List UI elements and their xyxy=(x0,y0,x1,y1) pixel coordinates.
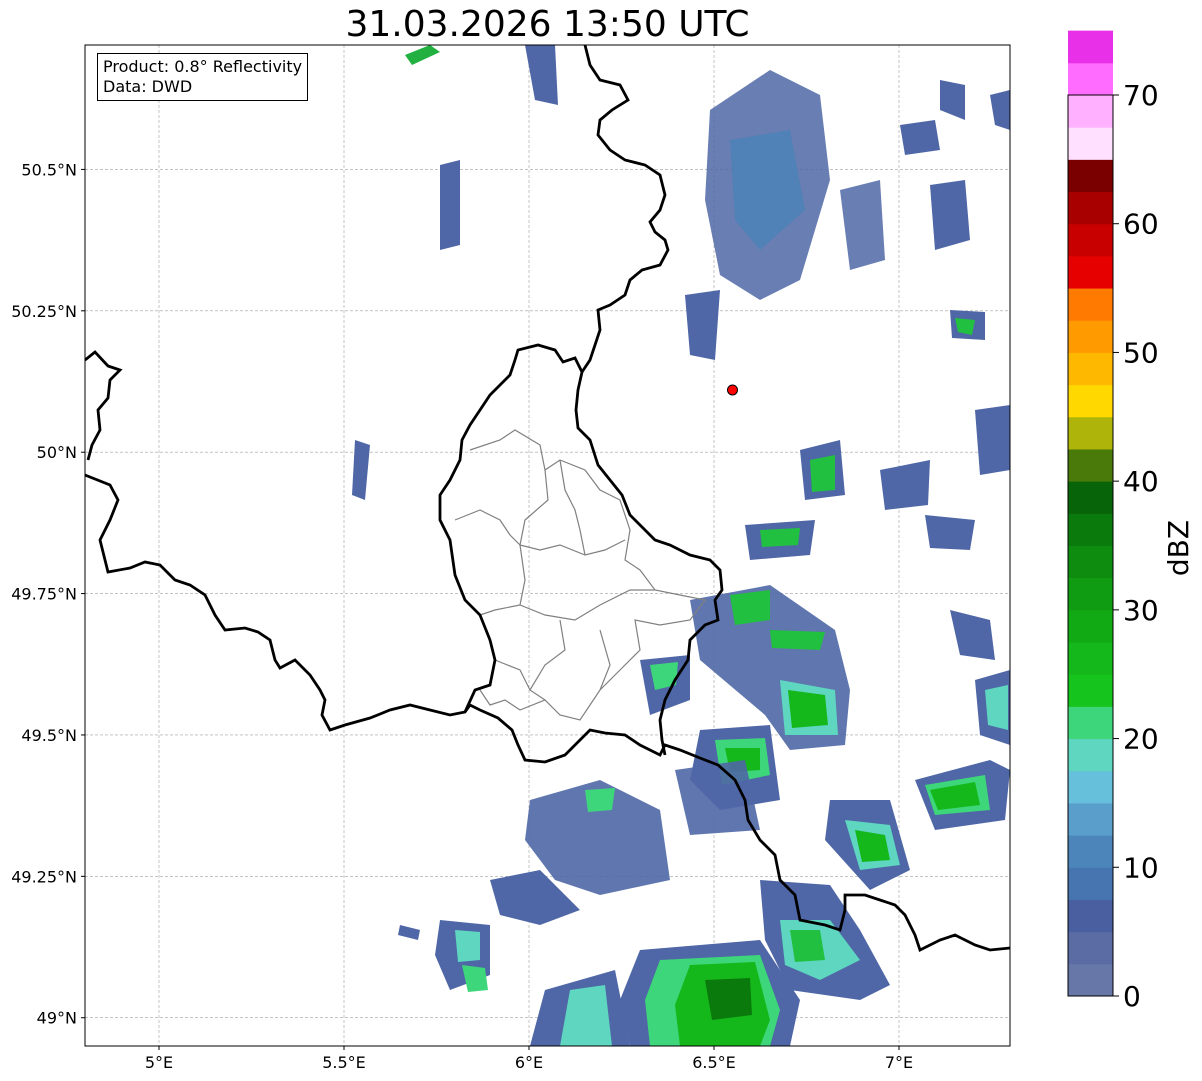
colorbar-cell xyxy=(1068,545,1113,579)
colorbar-cell xyxy=(1068,706,1113,740)
lon-tick-label: 7°E xyxy=(885,1053,913,1072)
colorbar-cell xyxy=(1068,159,1113,193)
radar-map-figure: 5°E 5.5°E 6°E 6.5°E 7°E 50.5°N 50.25°N 50°N 49.… xyxy=(11,30,1195,1072)
colorbar-cell xyxy=(1068,674,1113,707)
radar-echo xyxy=(900,120,940,155)
data-source-label: Data: DWD xyxy=(103,77,193,96)
lat-tick-label: 50°N xyxy=(37,443,77,462)
colorbar-cell xyxy=(1068,867,1113,900)
colorbar-cell xyxy=(1068,609,1113,643)
colorbar-cell xyxy=(1068,513,1113,546)
radar-echo xyxy=(585,788,615,812)
lon-tick-label: 6.5°E xyxy=(692,1053,736,1072)
colorbar-cell xyxy=(1068,320,1113,353)
radar-echo xyxy=(705,978,752,1020)
colorbar-tick-label: 0 xyxy=(1123,980,1141,1013)
colorbar-cell xyxy=(1068,384,1113,418)
radar-site-marker[interactable] xyxy=(727,384,738,396)
colorbar-cell xyxy=(1068,448,1113,482)
radar-echo xyxy=(975,405,1010,475)
radar-echo xyxy=(685,290,720,360)
radar-echo xyxy=(985,685,1008,730)
lat-tick-label: 50.25°N xyxy=(11,302,77,321)
longitude-axis: 5°E 5.5°E 6°E 6.5°E 7°E xyxy=(145,1046,913,1072)
colorbar-tick-label: 30 xyxy=(1123,594,1159,627)
colorbar-tick-label: 50 xyxy=(1123,336,1159,369)
colorbar-cell xyxy=(1068,899,1113,933)
product-label: Product: 0.8° Reflectivity xyxy=(103,57,303,76)
colorbar-cell xyxy=(1068,481,1113,514)
lat-tick-label: 49.5°N xyxy=(21,726,77,745)
radar-echo xyxy=(730,590,770,625)
radar-echo xyxy=(930,180,970,250)
radar-echo xyxy=(925,515,975,550)
map-area[interactable] xyxy=(85,45,1010,1046)
latitude-axis: 50.5°N 50.25°N 50°N 49.75°N 49.5°N 49.25°N 49°… xyxy=(11,160,85,1028)
colorbar-tick-label: 70 xyxy=(1123,79,1159,112)
colorbar-cell xyxy=(1068,127,1113,160)
colorbar-cell xyxy=(1068,288,1113,321)
colorbar-cell xyxy=(1068,255,1113,289)
lon-tick-label: 5°E xyxy=(145,1053,173,1072)
radar-echo xyxy=(790,930,825,962)
colorbar-ticks: 0 10 20 30 40 50 60 70 xyxy=(1113,79,1159,1013)
colorbar-cell xyxy=(1068,352,1113,386)
colorbar-cell xyxy=(1068,963,1113,997)
lat-tick-label: 49°N xyxy=(37,1009,77,1028)
colorbar-cell xyxy=(1068,931,1113,965)
colorbar-tick-label: 60 xyxy=(1123,208,1159,241)
lat-tick-label: 50.5°N xyxy=(21,160,77,179)
colorbar-cell xyxy=(1068,577,1113,611)
radar-echo xyxy=(675,760,760,835)
lon-tick-label: 6°E xyxy=(515,1053,543,1072)
colorbar-cell xyxy=(1068,642,1113,675)
lat-tick-label: 49.25°N xyxy=(11,867,77,886)
radar-echo xyxy=(760,528,800,547)
colorbar-tick-label: 10 xyxy=(1123,851,1159,884)
colorbar-cell xyxy=(1068,191,1113,225)
colorbar-cell xyxy=(1068,416,1113,450)
colorbar-cell xyxy=(1068,770,1113,804)
lon-tick-label: 5.5°E xyxy=(322,1053,366,1072)
radar-echo xyxy=(455,930,480,962)
radar-echo xyxy=(440,160,460,250)
colorbar-cell xyxy=(1068,835,1113,868)
colorbar-cell xyxy=(1068,30,1113,64)
radar-echo xyxy=(770,630,825,650)
colorbar-cell xyxy=(1068,802,1113,836)
colorbar-cells xyxy=(1068,30,1113,997)
colorbar-tick-label: 20 xyxy=(1123,723,1159,756)
colorbar-cell xyxy=(1068,223,1113,257)
colorbar-cell xyxy=(1068,95,1113,128)
colorbar-label: dBZ xyxy=(1162,520,1195,576)
colorbar: 0 10 20 30 40 50 60 70 dBZ xyxy=(1067,30,1195,1013)
lat-tick-label: 49.75°N xyxy=(11,585,77,604)
radar-echo xyxy=(810,455,835,492)
radar-echo xyxy=(788,690,828,728)
info-box: Product: 0.8° Reflectivity Data: DWD xyxy=(97,53,309,101)
colorbar-cell xyxy=(1068,62,1113,96)
colorbar-tick-label: 40 xyxy=(1123,465,1159,498)
colorbar-cell xyxy=(1068,738,1113,772)
